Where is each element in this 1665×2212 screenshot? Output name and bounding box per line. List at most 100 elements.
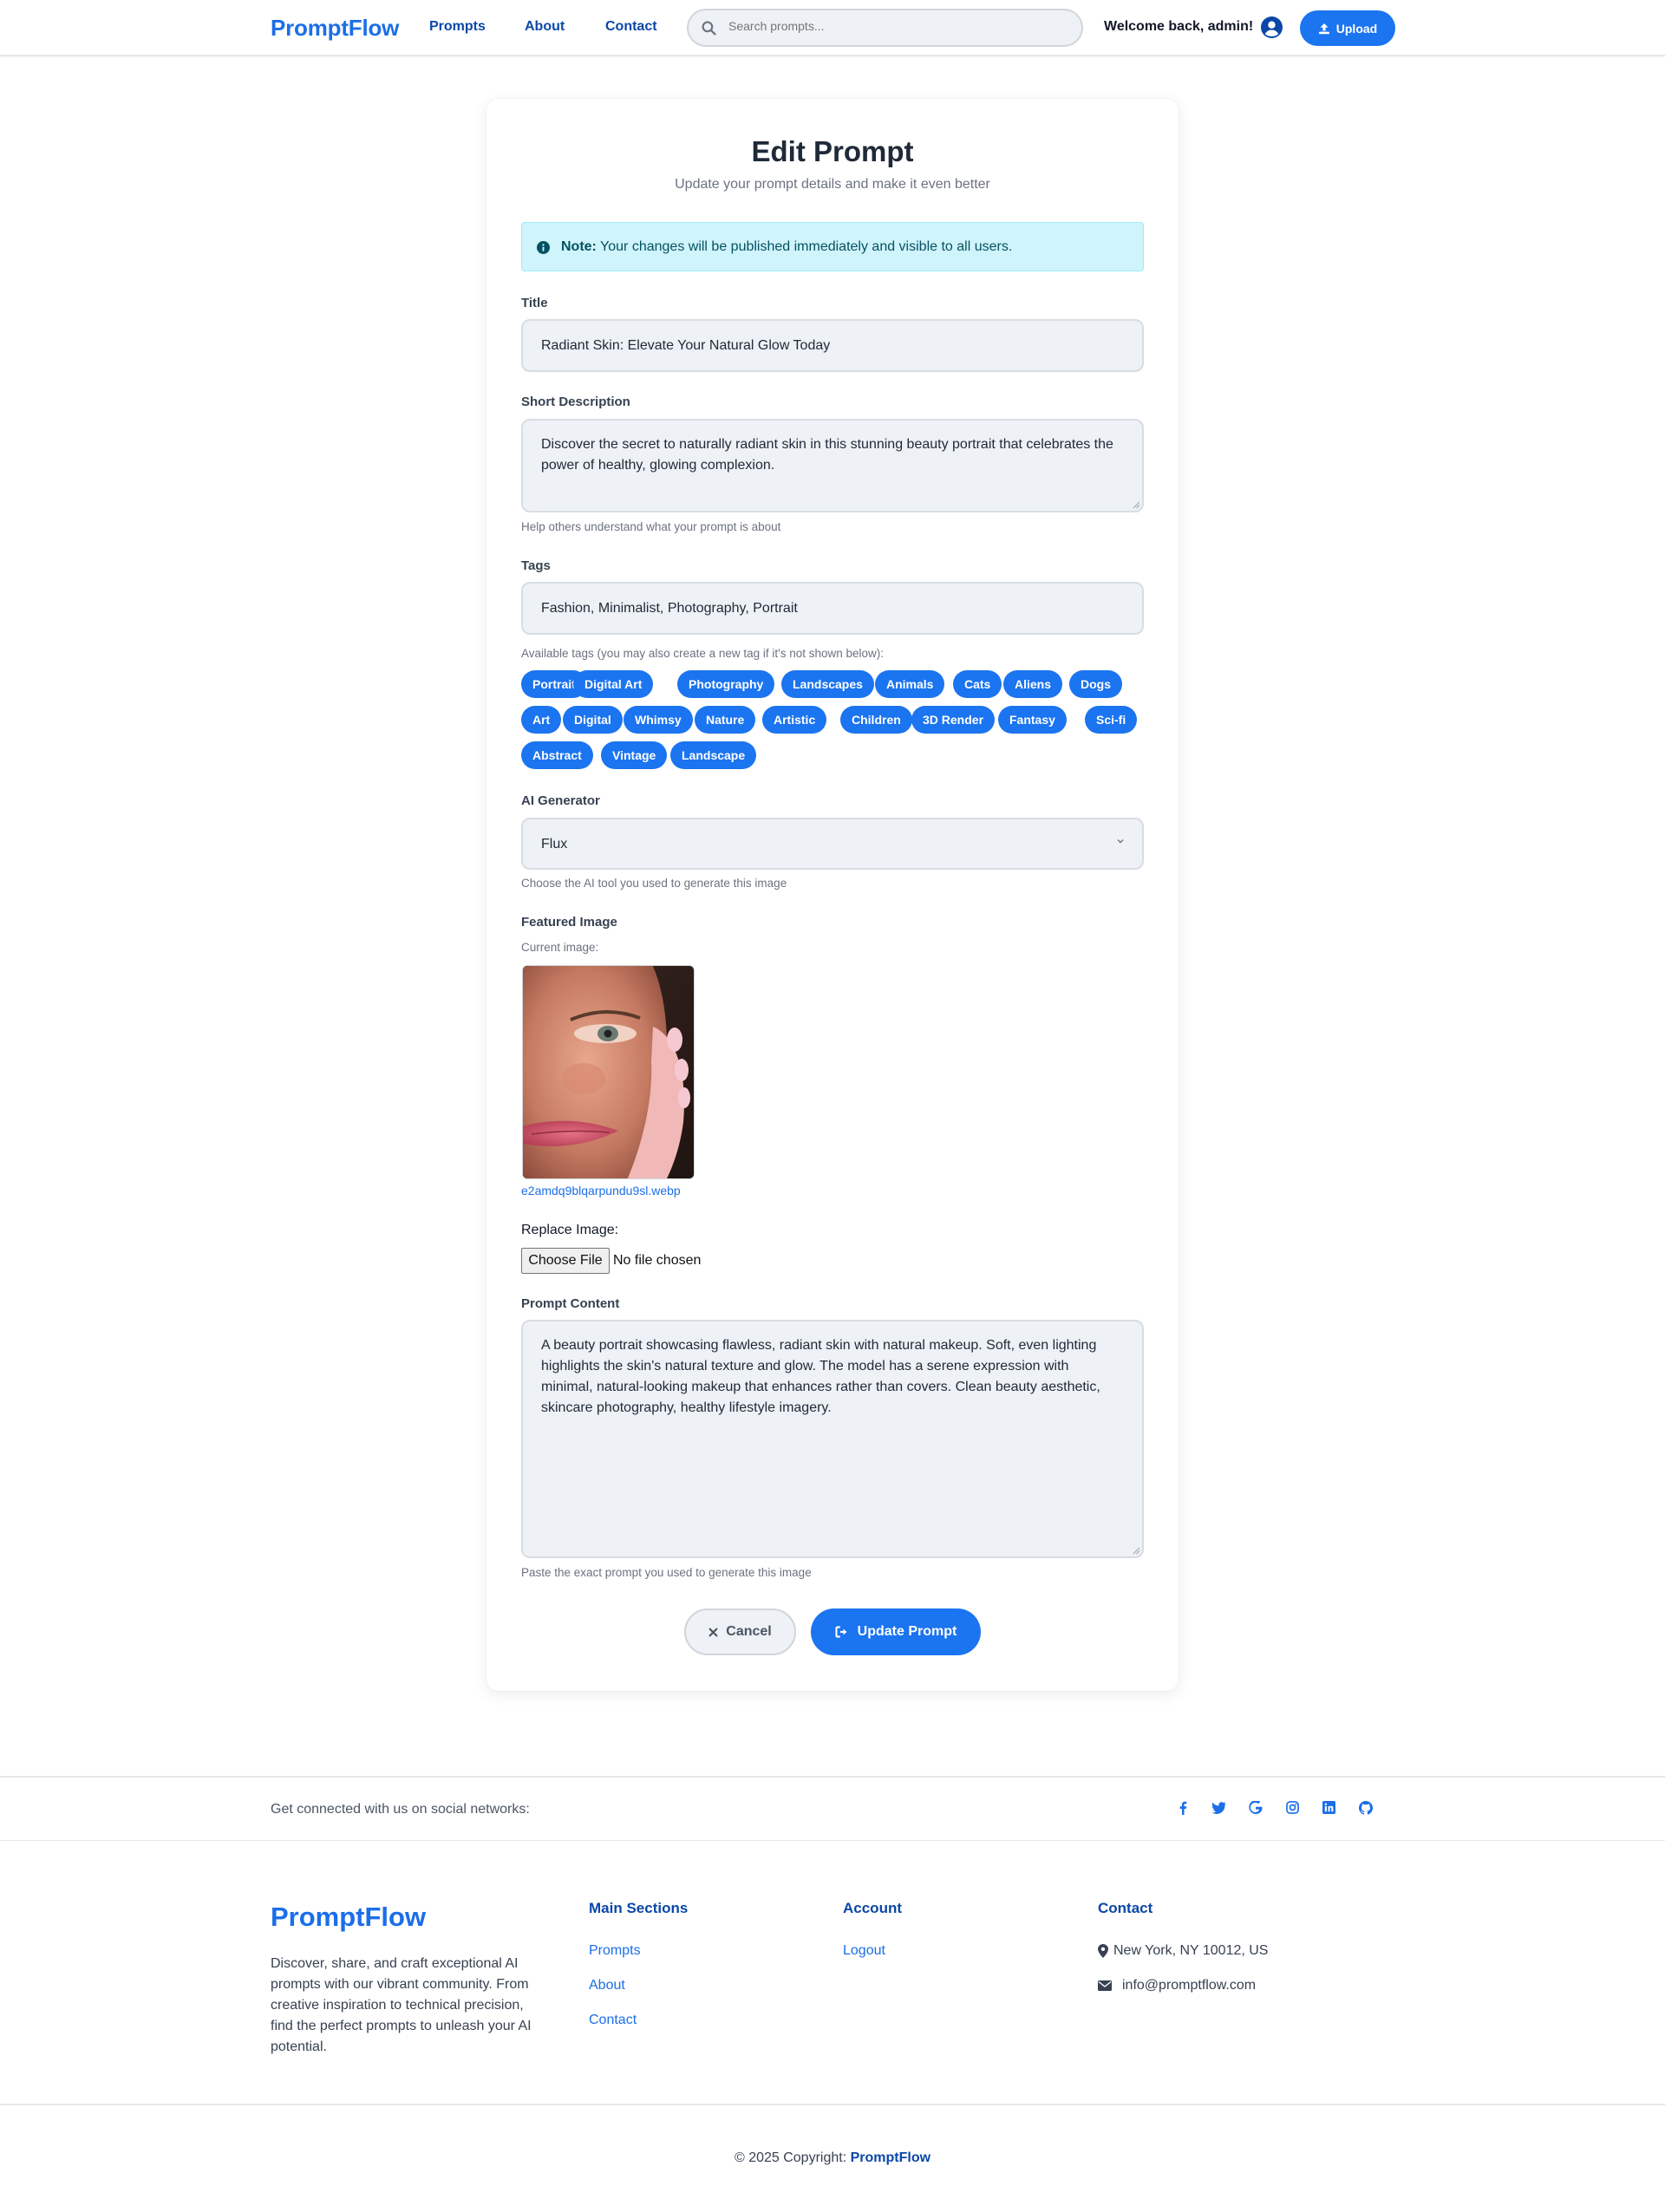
ai-generator-value: Flux	[541, 837, 568, 852]
footer-link-logout[interactable]: Logout	[843, 1943, 885, 1959]
tag-chip[interactable]: Animals	[875, 670, 945, 698]
nav-link-prompts[interactable]: Prompts	[429, 19, 486, 35]
chevron-down-icon	[1117, 839, 1124, 844]
page-subtitle: Update your prompt details and make it e…	[675, 177, 990, 192]
footer-link-about[interactable]: About	[589, 1978, 625, 1993]
info-icon	[537, 241, 550, 254]
tag-chip[interactable]: Digital Art	[573, 670, 654, 698]
ai-generator-label: AI Generator	[521, 793, 600, 808]
upload-icon	[1318, 23, 1329, 34]
navbar: PromptFlow Prompts About Contact Welcome…	[0, 0, 1665, 56]
social-bar: Get connected with us on social networks…	[0, 1776, 1665, 1841]
edit-prompt-card: Edit Prompt Update your prompt details a…	[486, 99, 1179, 1691]
cancel-button-label: Cancel	[726, 1624, 772, 1639]
short-description-textarea[interactable]: Discover the secret to naturally radiant…	[521, 419, 1144, 512]
upload-button[interactable]: Upload	[1300, 10, 1395, 46]
search-icon	[702, 21, 716, 36]
copyright-brand-link[interactable]: PromptFlow	[851, 2150, 930, 2165]
portrait-photo	[523, 966, 694, 1178]
available-tags: Portrait Digital Art Photography Landscapes…	[521, 670, 1144, 783]
resize-handle-icon[interactable]	[1132, 1546, 1140, 1555]
choose-file-button[interactable]: Choose File	[521, 1248, 610, 1274]
update-prompt-button-label: Update Prompt	[857, 1624, 957, 1639]
title-label: Title	[521, 296, 548, 310]
alert-text: Your changes will be published immediate…	[596, 239, 1013, 254]
tag-chip[interactable]: Sci-fi	[1085, 706, 1138, 734]
footer-link-prompts[interactable]: Prompts	[589, 1943, 641, 1959]
search-bar[interactable]	[687, 9, 1083, 47]
user-profile-icon[interactable]	[1261, 16, 1283, 38]
current-image-thumbnail	[522, 965, 695, 1179]
footer-description: Discover, share, and craft exceptional A…	[271, 1956, 532, 2054]
featured-image-label: Featured Image	[521, 915, 617, 930]
title-input[interactable]: Radiant Skin: Elevate Your Natural Glow …	[521, 319, 1144, 372]
google-icon[interactable]	[1249, 1801, 1263, 1815]
footer-heading-contact: Contact	[1098, 1900, 1153, 1916]
twitter-icon[interactable]	[1211, 1801, 1226, 1815]
tag-chip[interactable]: Vintage	[601, 741, 668, 769]
map-marker-icon	[1098, 1944, 1108, 1958]
footer-address: New York, NY 10012, US	[1098, 1943, 1268, 1959]
brand-logo[interactable]: PromptFlow	[271, 15, 399, 42]
envelope-icon	[1098, 1980, 1112, 1991]
ai-generator-help: Choose the AI tool you used to generate …	[521, 877, 787, 890]
copyright-prefix: © 2025 Copyright:	[734, 2150, 851, 2165]
footer-link-contact[interactable]: Contact	[589, 2013, 637, 2028]
upload-button-label: Upload	[1335, 21, 1378, 36]
footer-brand: PromptFlow	[271, 1902, 427, 1932]
tag-chip[interactable]: Children	[840, 706, 912, 734]
cancel-button[interactable]: Cancel	[684, 1608, 796, 1655]
github-icon[interactable]	[1359, 1801, 1373, 1815]
welcome-text: Welcome back, admin!	[1104, 19, 1254, 34]
search-input[interactable]	[728, 19, 1067, 33]
footer-heading-main-sections: Main Sections	[589, 1900, 689, 1916]
linkedin-icon[interactable]	[1322, 1801, 1335, 1814]
prompt-content-textarea[interactable]: A beauty portrait showcasing flawless, r…	[521, 1320, 1144, 1558]
tag-chip[interactable]: Landscapes	[781, 670, 874, 698]
short-description-label: Short Description	[521, 395, 630, 409]
footer-address-text: New York, NY 10012, US	[1113, 1943, 1269, 1958]
tags-label: Tags	[521, 558, 551, 573]
page-title: Edit Prompt	[751, 135, 914, 167]
tag-chip[interactable]: Cats	[953, 670, 1002, 698]
replace-image-label: Replace Image:	[521, 1223, 619, 1237]
current-image-filename-link[interactable]: e2amdq9blqarpundu9sl.webp	[521, 1184, 681, 1197]
info-alert: Note: Your changes will be published imm…	[521, 222, 1144, 271]
tag-chip[interactable]: Nature	[695, 706, 756, 734]
ai-generator-select[interactable]: Flux	[521, 818, 1144, 870]
nav-link-about[interactable]: About	[525, 19, 565, 35]
footer-email: info@promptflow.com	[1098, 1978, 1256, 1993]
nav-link-contact[interactable]: Contact	[605, 19, 657, 35]
close-icon	[708, 1628, 718, 1636]
facebook-icon[interactable]	[1177, 1801, 1189, 1815]
tag-chip[interactable]: 3D Render	[911, 706, 996, 734]
current-image-label: Current image:	[521, 941, 599, 954]
no-file-chosen-text: No file chosen	[613, 1253, 702, 1268]
prompt-content-help: Paste the exact prompt you used to gener…	[521, 1566, 812, 1579]
update-prompt-button[interactable]: Update Prompt	[811, 1608, 981, 1655]
tag-chip[interactable]: Fantasy	[998, 706, 1067, 734]
tags-value: Fashion, Minimalist, Photography, Portra…	[541, 601, 798, 616]
tag-chip[interactable]: Dogs	[1069, 670, 1122, 698]
prompt-content-value: A beauty portrait showcasing flawless, r…	[541, 1338, 1100, 1415]
tag-chip[interactable]: Digital	[563, 706, 623, 734]
footer-heading-account: Account	[843, 1900, 902, 1916]
tag-chip[interactable]: Landscape	[670, 741, 757, 769]
tags-help: Available tags (you may also create a ne…	[521, 647, 885, 660]
copyright-text: © 2025 Copyright: PromptFlow	[0, 2150, 1665, 2166]
sign-out-icon	[835, 1626, 847, 1638]
resize-handle-icon[interactable]	[1132, 500, 1140, 509]
tag-chip[interactable]: Artistic	[762, 706, 827, 734]
instagram-icon[interactable]	[1286, 1801, 1299, 1814]
tag-chip[interactable]: Abstract	[521, 741, 593, 769]
tag-chip[interactable]: Whimsy	[624, 706, 693, 734]
footer-email-text: info@promptflow.com	[1122, 1978, 1257, 1993]
social-text: Get connected with us on social networks…	[271, 1802, 530, 1817]
tag-chip[interactable]: Art	[521, 706, 562, 734]
tag-chip[interactable]: Photography	[677, 670, 775, 698]
tag-chip[interactable]: Aliens	[1003, 670, 1063, 698]
short-description-help: Help others understand what your prompt …	[521, 520, 781, 533]
short-description-value: Discover the secret to naturally radiant…	[541, 437, 1113, 473]
alert-strong: Note:	[561, 239, 597, 254]
tags-input[interactable]: Fashion, Minimalist, Photography, Portra…	[521, 582, 1144, 635]
